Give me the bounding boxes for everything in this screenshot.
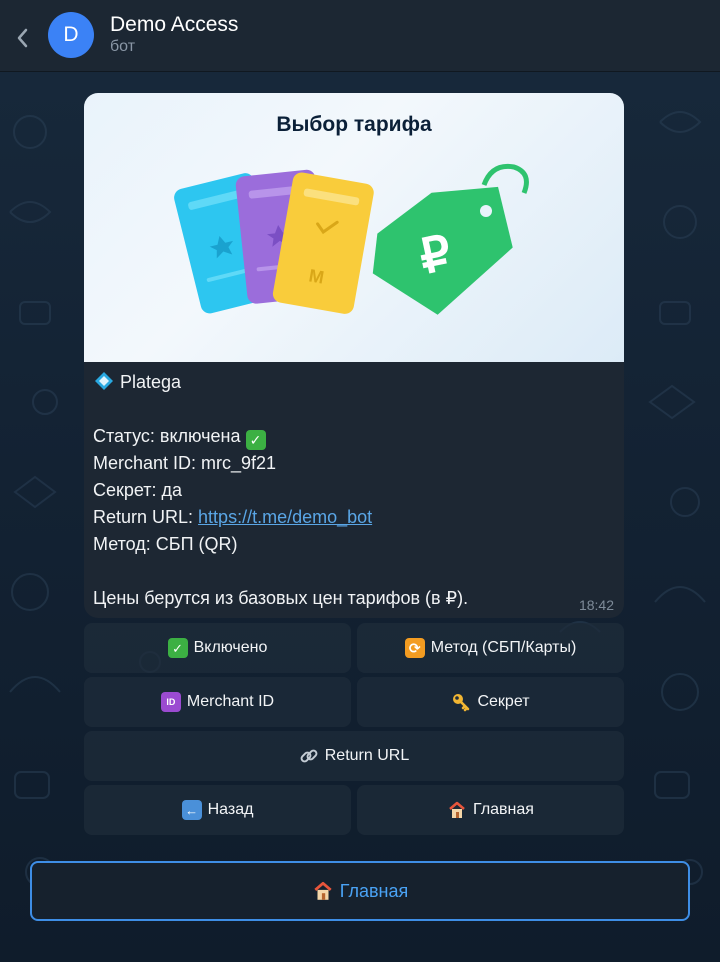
- home-reply-button[interactable]: Главная: [30, 861, 690, 921]
- return-url-line: Return URL: https://t.me/demo_bot: [93, 504, 613, 531]
- back-label: Назад: [207, 801, 254, 818]
- method-label: Метод (СБП/Карты): [430, 639, 577, 656]
- key-icon: [453, 694, 470, 712]
- return-url-link[interactable]: https://t.me/demo_bot: [198, 507, 372, 527]
- back-nav-button[interactable]: ← Назад: [84, 785, 351, 835]
- tariff-banner-image: М ₽ Выбор тарифа: [84, 93, 624, 362]
- repeat-icon: ⟳: [404, 638, 425, 658]
- avatar[interactable]: D: [48, 12, 94, 58]
- merchant-id-button[interactable]: ID Merchant ID: [84, 677, 351, 727]
- provider-line: Platega: [93, 369, 613, 396]
- house-icon: [314, 881, 332, 900]
- enabled-label: Включено: [193, 639, 268, 656]
- home-reply-label: Главная: [339, 880, 409, 901]
- status-text: Статус: включена: [93, 426, 241, 446]
- return-url-button[interactable]: Return URL: [84, 731, 624, 781]
- keyboard-row-2: ID Merchant ID Секрет: [84, 677, 624, 727]
- keyboard-row-4: ← Назад Главная: [84, 785, 624, 835]
- bot-message: М ₽ Выбор тарифа Platega Статус: включен…: [84, 93, 624, 618]
- keyboard-row-1: ✓ Включено ⟳ Метод (СБП/Карты): [84, 623, 624, 673]
- method-line: Метод: СБП (QR): [93, 534, 238, 554]
- merchant-line: Merchant ID: mrc_9f21: [93, 453, 277, 473]
- secret-button[interactable]: Секрет: [357, 677, 624, 727]
- back-button[interactable]: [8, 20, 36, 56]
- provider-name: Platega: [120, 372, 182, 392]
- arrow-left-icon: ←: [181, 800, 202, 820]
- enabled-button[interactable]: ✓ Включено: [84, 623, 351, 673]
- method-button[interactable]: ⟳ Метод (СБП/Карты): [357, 623, 624, 673]
- home-inline-label: Главная: [473, 801, 534, 818]
- return-url-label: Return URL:: [93, 507, 199, 527]
- check-mark-icon: ✓: [245, 430, 266, 450]
- chat-subtitle: бот: [110, 38, 136, 55]
- diamond-icon: [95, 372, 113, 390]
- banner-title: Выбор тарифа: [276, 113, 432, 136]
- keyboard-row-3: Return URL: [84, 731, 624, 781]
- link-icon: [300, 749, 318, 763]
- home-inline-button[interactable]: Главная: [357, 785, 624, 835]
- secret-label: Секрет: [477, 693, 530, 710]
- secret-line: Секрет: да: [93, 480, 183, 500]
- chat-header: D Demo Access бот: [0, 0, 720, 72]
- house-icon: [449, 801, 465, 818]
- status-line: Статус: включена ✓: [93, 423, 613, 450]
- message-text: Platega Статус: включена ✓ Merchant ID: …: [93, 369, 613, 612]
- chat-title[interactable]: Demo Access: [110, 13, 238, 37]
- return-url-button-label: Return URL: [324, 747, 410, 764]
- check-mark-icon: ✓: [167, 638, 188, 658]
- chevron-left-icon: [17, 28, 28, 48]
- merchant-id-label: Merchant ID: [186, 693, 275, 710]
- id-icon: ID: [160, 692, 181, 712]
- prices-note-line: Цены берутся из базовых цен тарифов (в ₽…: [93, 588, 469, 608]
- message-time: 18:42: [578, 597, 614, 613]
